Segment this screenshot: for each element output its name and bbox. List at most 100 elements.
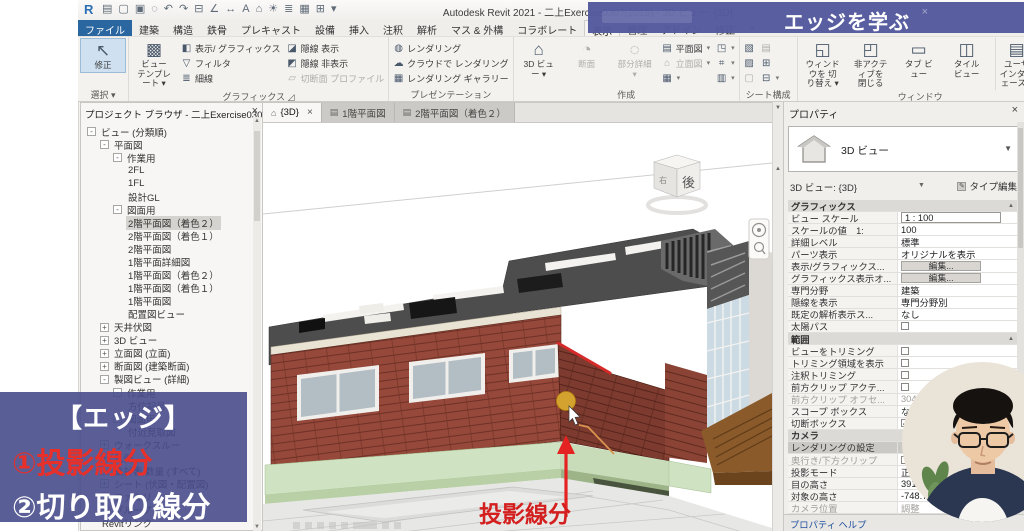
view-tab-close-icon[interactable]: ×	[307, 107, 313, 118]
switch-window-icon[interactable]: ⊞	[316, 3, 325, 16]
browser-item-配置図ビュー[interactable]: 配置図ビュー	[81, 308, 262, 321]
panel-splitter[interactable]: ▼ ▲	[772, 102, 783, 531]
view-tab-1階平面図[interactable]: ▤1階平面図	[322, 103, 395, 122]
legends-button[interactable]: ⌗▾	[714, 56, 737, 70]
qat-dropdown-icon[interactable]: ▾	[331, 3, 337, 16]
open-icon[interactable]: ▢	[118, 3, 128, 16]
checkbox-unchecked[interactable]	[901, 383, 909, 391]
visibility-icon[interactable]: ▦	[299, 3, 309, 16]
browser-item-1階平面詳細図[interactable]: 1階平面詳細図	[81, 256, 262, 269]
sun-icon[interactable]: ☀	[268, 3, 278, 16]
browser-item-1階平面図（着色２）[interactable]: 1階平面図（着色２）	[81, 269, 262, 282]
project-browser-close-icon[interactable]: ×	[252, 105, 258, 117]
render-gallery-button[interactable]: ▦レンダリング ギャラリー	[391, 71, 511, 85]
expand-icon[interactable]: +	[100, 362, 109, 371]
undo-icon[interactable]: ↶	[164, 3, 173, 16]
revisions-button[interactable]: ▢	[742, 71, 757, 85]
aligned-dimension-icon[interactable]: ↔	[225, 3, 236, 16]
collapse-icon[interactable]: -	[113, 205, 122, 214]
browser-item-1FL[interactable]: 1FL	[81, 177, 262, 190]
ribbon-tab-マス & 外構[interactable]: マス & 外構	[444, 20, 510, 36]
browser-item-作業用[interactable]: -作業用	[81, 151, 262, 164]
revit-logo-icon[interactable]: R	[84, 2, 93, 17]
navigation-bar[interactable]	[749, 219, 769, 259]
ribbon-tab-設備[interactable]: 設備	[308, 20, 342, 36]
checkbox-unchecked[interactable]	[901, 359, 909, 367]
properties-close-icon[interactable]: ×	[1012, 104, 1018, 116]
collapse-icon[interactable]: -	[113, 153, 122, 162]
browser-item-製図ビュー (詳細)[interactable]: -製図ビュー (詳細)	[81, 373, 262, 386]
tab-views-button[interactable]: ▭タブ ビュー	[896, 38, 942, 80]
ribbon-tab-建築[interactable]: 建築	[132, 20, 166, 36]
new-sheet-button[interactable]: ▧	[742, 41, 757, 55]
text-icon[interactable]: A	[242, 3, 249, 16]
browser-item-2階平面図（着色１）[interactable]: 2階平面図（着色１）	[81, 229, 262, 242]
property-row-ビューをトリミング[interactable]: ビューをトリミング	[788, 345, 1019, 357]
render-button[interactable]: ◍レンダリング	[391, 41, 511, 55]
title-block-button[interactable]: ▨	[742, 56, 757, 70]
user-interface-button[interactable]: ▤ユーザ インタフェース ▾	[995, 38, 1024, 90]
property-section-範囲[interactable]: 範囲▲	[788, 333, 1019, 345]
project-browser-scrollbar[interactable]: ▲▼	[253, 117, 261, 531]
browser-item-ビュー (分類順)[interactable]: -ビュー (分類順)	[81, 125, 262, 138]
browser-item-天井伏図[interactable]: +天井伏図	[81, 321, 262, 334]
collapse-icon[interactable]: ▲	[1008, 203, 1014, 209]
type-selector[interactable]: 3D ビュー ▼	[788, 126, 1019, 172]
ribbon-tab-鉄骨[interactable]: 鉄骨	[200, 20, 234, 36]
property-section-グラフィックス[interactable]: グラフィックス▲	[788, 200, 1019, 212]
property-row-太陽パス[interactable]: 太陽パス	[788, 321, 1019, 333]
collapse-icon[interactable]: -	[87, 127, 96, 136]
browser-item-設計GL[interactable]: 設計GL	[81, 190, 262, 203]
browser-item-2階平面図（着色２）[interactable]: 2階平面図（着色２）	[81, 216, 262, 229]
ribbon-tab-ファイル[interactable]: ファイル	[78, 20, 132, 36]
ribbon-tab-構造[interactable]: 構造	[166, 20, 200, 36]
show-hidden-lines-button[interactable]: ◪隠線 表示	[285, 41, 387, 55]
thin-lines-button[interactable]: ≣細線	[179, 71, 283, 85]
browser-item-2FL[interactable]: 2FL	[81, 164, 262, 177]
property-row-表示/グラフィックス...[interactable]: 表示/グラフィックス...編集...	[788, 260, 1019, 272]
measure-icon[interactable]: ∠	[209, 3, 219, 16]
modify-button[interactable]: ↖修正	[80, 38, 126, 73]
checkbox-unchecked[interactable]	[901, 371, 909, 379]
redo-icon[interactable]: ↷	[179, 3, 188, 16]
cut-profile-button[interactable]: ▱切断面 プロファイル	[285, 71, 387, 85]
duplicate-view-button[interactable]: ◳▾	[714, 41, 737, 55]
visibility-graphics-button[interactable]: ◧表示/ グラフィックス	[179, 41, 283, 55]
view-control-bar[interactable]	[293, 522, 401, 531]
view-template-button[interactable]: ▩ビュー テンプレート ▾	[131, 38, 177, 90]
browser-item-2階平面図[interactable]: 2階平面図	[81, 242, 262, 255]
default-3d-view-button[interactable]: ⌂3D ビュー ▾	[516, 38, 562, 80]
3d-model-view[interactable]: 右 後 投影線分	[263, 123, 772, 531]
print-icon[interactable]: ⊟	[194, 3, 203, 16]
callout-button[interactable]: ◌部分詳細 ▾	[612, 38, 658, 80]
collapse-icon[interactable]: ▲	[1008, 336, 1014, 342]
property-row-ビュー スケール[interactable]: ビュー スケール1 : 100	[788, 212, 1019, 224]
viewport-button[interactable]: ▤	[759, 41, 782, 55]
expand-icon[interactable]: +	[100, 349, 109, 358]
browser-item-1階平面図（着色１）[interactable]: 1階平面図（着色１）	[81, 282, 262, 295]
splitter-collapse-icon[interactable]: ▼	[775, 105, 781, 111]
ribbon-tab-注釈[interactable]: 注釈	[376, 20, 410, 36]
browser-item-図面用[interactable]: -図面用	[81, 203, 262, 216]
browser-item-平面図[interactable]: -平面図	[81, 138, 262, 151]
thin-lines-icon[interactable]: ≣	[284, 3, 293, 16]
tile-views-button[interactable]: ◫タイル ビュー	[944, 38, 990, 80]
property-row-パーツ表示[interactable]: パーツ表示オリジナルを表示	[788, 248, 1019, 260]
viewcube[interactable]: 右 後	[648, 155, 706, 213]
render-in-cloud-button[interactable]: ☁クラウドで レンダリング	[391, 56, 511, 70]
sync-icon[interactable]: ◌	[151, 3, 158, 16]
section-button[interactable]: ◔断面	[564, 38, 610, 71]
schedules-button[interactable]: ▥▾	[714, 71, 737, 85]
save-icon[interactable]: ▣	[135, 3, 145, 16]
scale-input[interactable]: 1 : 100	[901, 212, 1001, 223]
edit-button[interactable]: 編集...	[901, 273, 981, 284]
ribbon-tab-コラボレート[interactable]: コラボレート	[510, 20, 584, 36]
property-row-既定の解析表示ス...[interactable]: 既定の解析表示ス...なし	[788, 309, 1019, 321]
browser-item-立面図 (立面)[interactable]: +立面図 (立面)	[81, 347, 262, 360]
default-3d-icon[interactable]: ⌂	[256, 3, 263, 16]
drafting-view-button[interactable]: ▦▾	[660, 71, 713, 85]
filter-button[interactable]: ▽フィルタ	[179, 56, 283, 70]
drawing-area[interactable]: ⌂{3D}×▤1階平面図▤2階平面図（着色２）	[263, 102, 772, 531]
browser-item-1階平面図[interactable]: 1階平面図	[81, 295, 262, 308]
switch-windows-button[interactable]: ◱ウィンドウを 切り替え ▾	[800, 38, 846, 90]
